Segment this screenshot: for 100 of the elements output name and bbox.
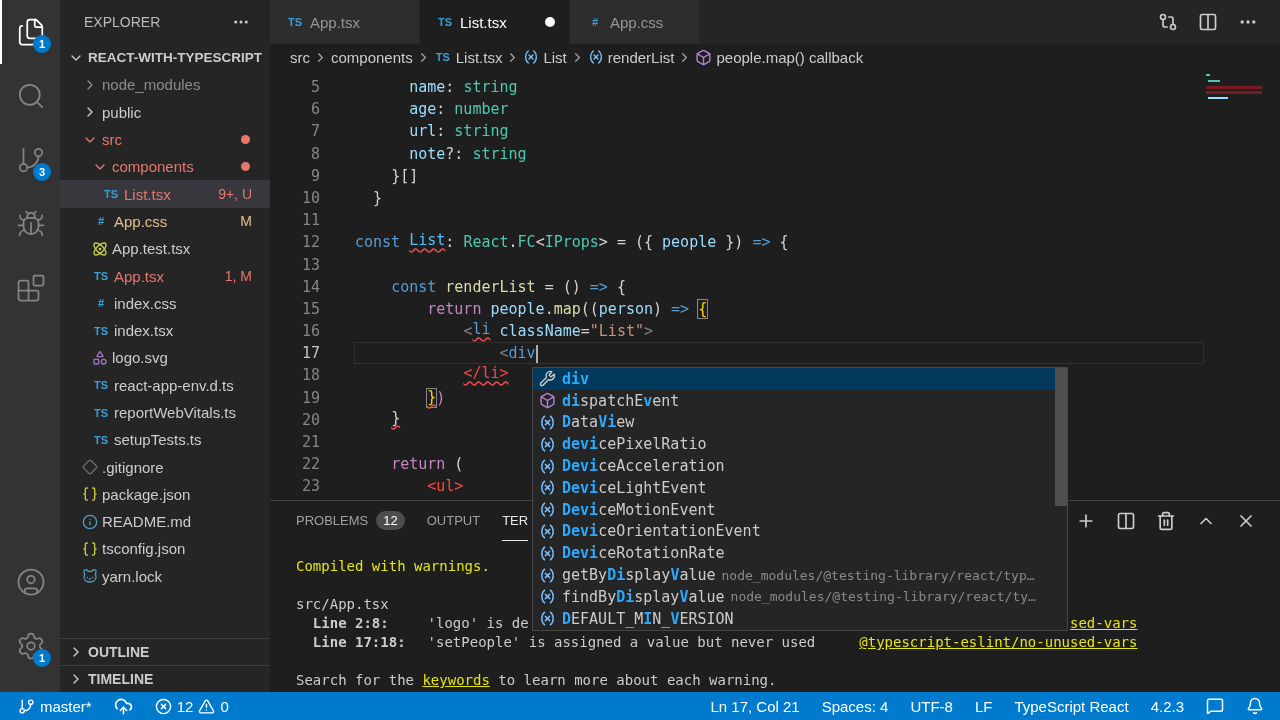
- project-header[interactable]: REACT-WITH-TYPESCRIPT: [60, 44, 270, 72]
- panel-tab[interactable]: OUTPUT: [426, 501, 481, 541]
- breadcrumb-item[interactable]: people.map() callback: [695, 48, 864, 66]
- variable-icon: [539, 457, 556, 475]
- diamond-icon: [82, 459, 98, 476]
- file-item[interactable]: logo.svg: [60, 344, 270, 372]
- code-line: </li>: [462, 365, 509, 385]
- line-number: 18: [300, 365, 321, 387]
- variable-icon: [539, 501, 556, 519]
- bug-icon: [16, 209, 46, 239]
- suggestion-item[interactable]: findByDisplayValue node_modules/@testing-library/react/ty…: [533, 585, 1055, 608]
- suggestion-item[interactable]: DeviceOrientationEvent: [533, 520, 1055, 543]
- status-item[interactable]: UTF-8: [910, 697, 953, 715]
- status-item[interactable]: TypeScript React: [1014, 697, 1129, 715]
- file-item[interactable]: README.md: [60, 508, 270, 536]
- line-number: 10: [300, 187, 321, 209]
- status-item[interactable]: Spaces: 4: [821, 697, 889, 715]
- panel-tab[interactable]: PROBLEMS 12: [296, 501, 405, 541]
- folder-item[interactable]: public: [60, 98, 270, 126]
- file-item[interactable]: package.json: [60, 480, 270, 509]
- variable-icon: [539, 610, 556, 628]
- status-item[interactable]: Ln 17, Col 21: [710, 697, 800, 715]
- cloud-upload-icon[interactable]: [113, 696, 133, 716]
- file-item[interactable]: TS index.tsx: [60, 316, 270, 345]
- breadcrumb-item[interactable]: TS List.tsx: [433, 48, 503, 66]
- breadcrumb-item[interactable]: components: [331, 48, 413, 66]
- suggestion-item[interactable]: DeviceRotationRate: [533, 542, 1055, 565]
- code-line: <div: [498, 343, 536, 364]
- suggestion-item[interactable]: DataView: [533, 411, 1055, 434]
- branch-indicator[interactable]: master*: [18, 697, 92, 715]
- status-item[interactable]: LF: [974, 697, 993, 715]
- file-item[interactable]: TS reportWebVitals.ts: [60, 398, 270, 427]
- trash-icon[interactable]: [1156, 511, 1176, 531]
- suggestion-item[interactable]: devicePixelRatio: [533, 433, 1055, 456]
- variable-icon: [539, 566, 556, 584]
- problems-indicator[interactable]: 12 0: [154, 697, 229, 715]
- line-number: 20: [300, 409, 321, 431]
- editor-tab[interactable]: # App.css: [570, 0, 700, 44]
- file-item[interactable]: # App.css M: [60, 207, 270, 236]
- suggestion-item[interactable]: getByDisplayValue node_modules/@testing-library/react/typ…: [533, 564, 1055, 586]
- file-item[interactable]: App.test.tsx: [60, 235, 270, 263]
- compare-icon[interactable]: [1158, 12, 1178, 32]
- variable-icon: [539, 414, 556, 431]
- file-item[interactable]: # index.css: [60, 289, 270, 317]
- suggestion-item[interactable]: DeviceLightEvent: [533, 477, 1055, 499]
- branch-button[interactable]: 3: [0, 128, 60, 192]
- suggestion-item[interactable]: DEFAULT_MIN_VERSION: [533, 607, 1055, 630]
- wrench-icon: [539, 370, 556, 388]
- rule-link[interactable]: sed-vars: [1070, 614, 1138, 633]
- file-item[interactable]: TS setupTests.ts: [60, 426, 270, 454]
- breadcrumb-item[interactable]: List: [523, 48, 567, 66]
- file-item[interactable]: .gitignore: [60, 453, 270, 481]
- folder-item[interactable]: node_modules: [60, 71, 270, 99]
- keywords-link[interactable]: keywords: [422, 672, 490, 688]
- suggestion-item[interactable]: div: [533, 368, 1055, 390]
- minimap-drawing: [1206, 74, 1262, 99]
- line-number: 22: [300, 454, 321, 476]
- suggestion-item[interactable]: dispatchEvent: [533, 389, 1055, 412]
- variable-icon: [539, 522, 556, 540]
- file-item[interactable]: TS List.tsx 9+, U: [60, 180, 270, 208]
- status-item[interactable]: 4.2.3: [1150, 697, 1184, 715]
- suggestion-item[interactable]: DeviceAcceleration: [533, 455, 1055, 477]
- unsaved-dot: [545, 17, 555, 27]
- line-number: 13: [300, 254, 321, 276]
- editor-tab[interactable]: TS App.tsx: [270, 0, 420, 44]
- code-line: }: [372, 187, 383, 208]
- feedback-icon[interactable]: [1206, 697, 1224, 715]
- sidebar-title: EXPLORER: [84, 14, 161, 30]
- file-item[interactable]: TS react-app-env.d.ts: [60, 371, 270, 399]
- settings-button[interactable]: 1: [0, 614, 60, 678]
- code-line: <ul>: [426, 476, 464, 497]
- file-item[interactable]: TS App.tsx 1, M: [60, 262, 270, 290]
- breadcrumb-item[interactable]: src: [290, 48, 310, 66]
- code-line: return people.map((person) => {: [426, 298, 708, 319]
- folder-item[interactable]: components: [60, 153, 270, 181]
- panel-tab[interactable]: TER: [502, 501, 529, 541]
- count-badge: 3: [33, 163, 51, 181]
- code-line: }: [390, 409, 401, 429]
- breadcrumb-item[interactable]: renderList: [587, 48, 675, 66]
- file-item[interactable]: yarn.lock: [60, 562, 270, 590]
- split-icon[interactable]: [1198, 12, 1218, 32]
- split-icon[interactable]: [1116, 511, 1136, 531]
- file-item[interactable]: tsconfig.json: [60, 535, 270, 563]
- folder-item[interactable]: src: [60, 125, 270, 154]
- bell-icon[interactable]: [1246, 697, 1264, 715]
- info-icon: [82, 513, 98, 530]
- scrollbar-thumb[interactable]: [1055, 368, 1067, 506]
- code-line: }[]: [390, 165, 419, 186]
- cube-icon: [695, 48, 713, 66]
- rule-link[interactable]: @typescript-eslint/no-unused-vars: [859, 633, 1138, 652]
- variable-icon: [539, 588, 556, 606]
- terminal-text: Compiled with warnings.: [296, 557, 490, 576]
- file-type-icon: #: [586, 16, 604, 28]
- count-badge: 12: [376, 511, 405, 530]
- warning-message: 'logo' is de: [427, 614, 529, 633]
- line-number: 6: [309, 99, 321, 121]
- suggestion-item[interactable]: DeviceMotionEvent: [533, 498, 1055, 521]
- editor-tab[interactable]: TS List.tsx: [420, 0, 570, 44]
- file-type-icon: TS: [92, 379, 110, 392]
- shapes-icon: [92, 349, 108, 366]
